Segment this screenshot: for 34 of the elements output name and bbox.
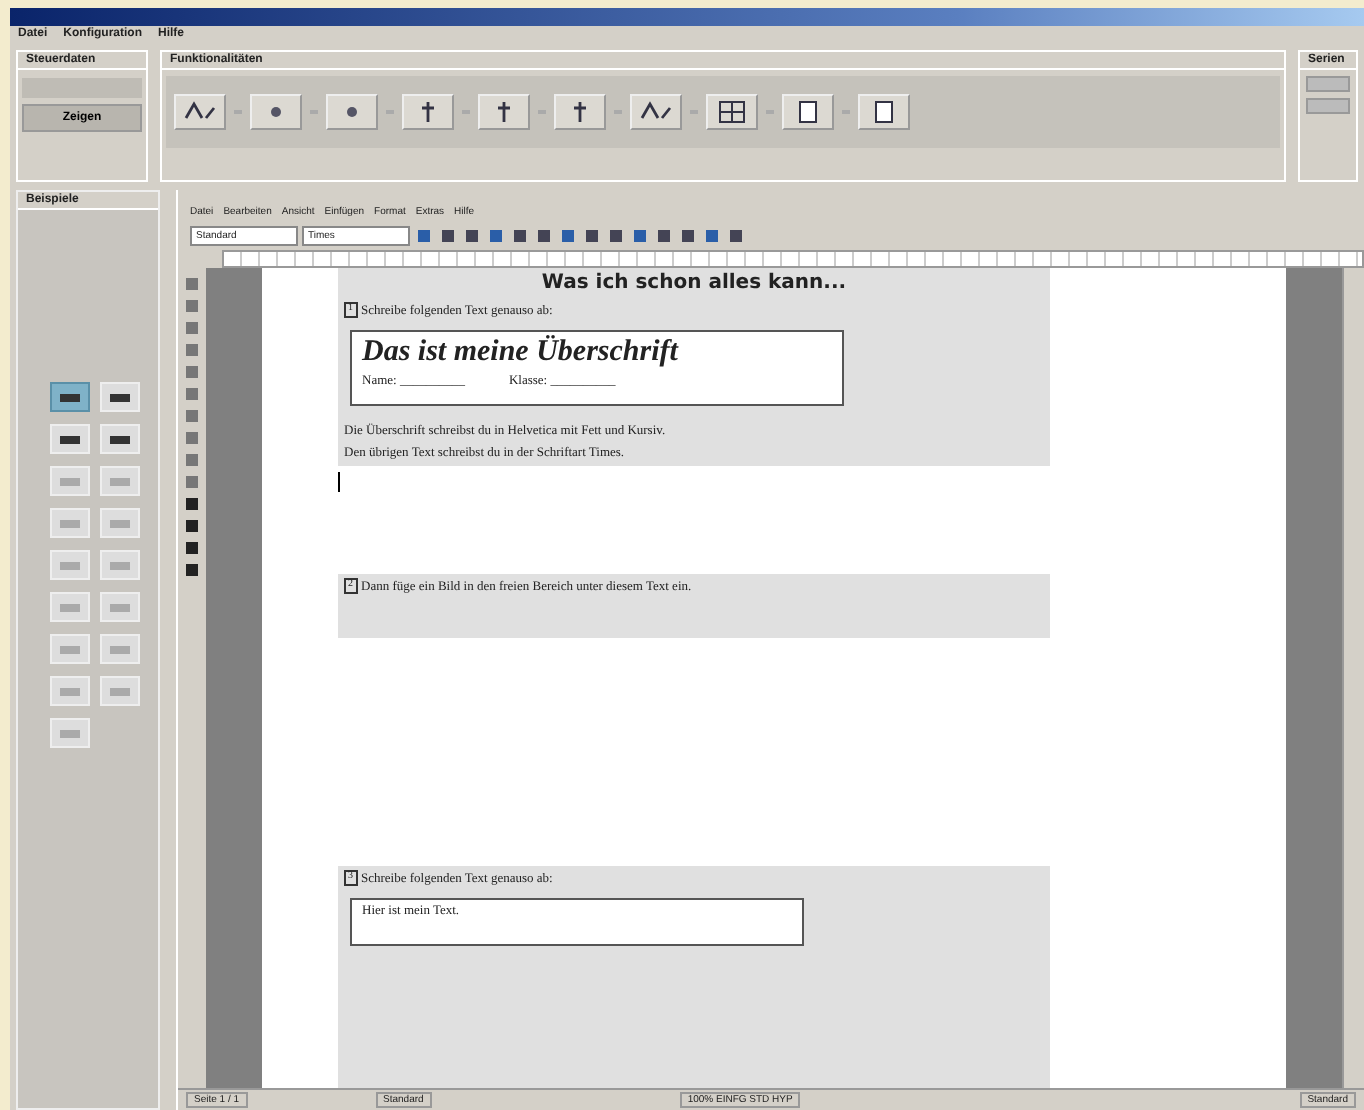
layout-icon <box>106 473 134 489</box>
layout-icon <box>56 641 84 657</box>
tool-button[interactable] <box>858 94 910 130</box>
layout-icon <box>56 473 84 489</box>
layout-icon <box>106 515 134 531</box>
tool-button[interactable] <box>782 94 834 130</box>
layout-icon <box>106 389 134 405</box>
tool-button[interactable] <box>326 94 378 130</box>
layout-icon <box>56 557 84 573</box>
tool-button[interactable] <box>630 94 682 130</box>
tool-button[interactable] <box>478 94 530 130</box>
tool-button[interactable] <box>174 94 226 130</box>
tool-button[interactable] <box>554 94 606 130</box>
layout-icon <box>106 599 134 615</box>
layout-icon <box>56 725 84 741</box>
layout-icon <box>56 515 84 531</box>
text-cursor <box>338 472 340 492</box>
layout-icon <box>106 683 134 699</box>
layout-icon <box>106 557 134 573</box>
layout-icon <box>56 389 84 405</box>
tool-button[interactable] <box>250 94 302 130</box>
document-heading: Was ich schon alles kann... <box>539 270 849 298</box>
layout-icon <box>56 431 84 447</box>
dot-icon <box>346 106 358 118</box>
layout-icon <box>106 641 134 657</box>
example-button[interactable] <box>50 382 90 412</box>
layout-icon <box>56 683 84 699</box>
table-icon <box>714 98 750 126</box>
dot-icon <box>270 106 282 118</box>
layout-icon <box>56 599 84 615</box>
layout-icon <box>106 431 134 447</box>
sample-heading: Das ist meine Überschrift <box>362 336 681 370</box>
tool-button[interactable] <box>706 94 758 130</box>
tool-button[interactable] <box>402 94 454 130</box>
